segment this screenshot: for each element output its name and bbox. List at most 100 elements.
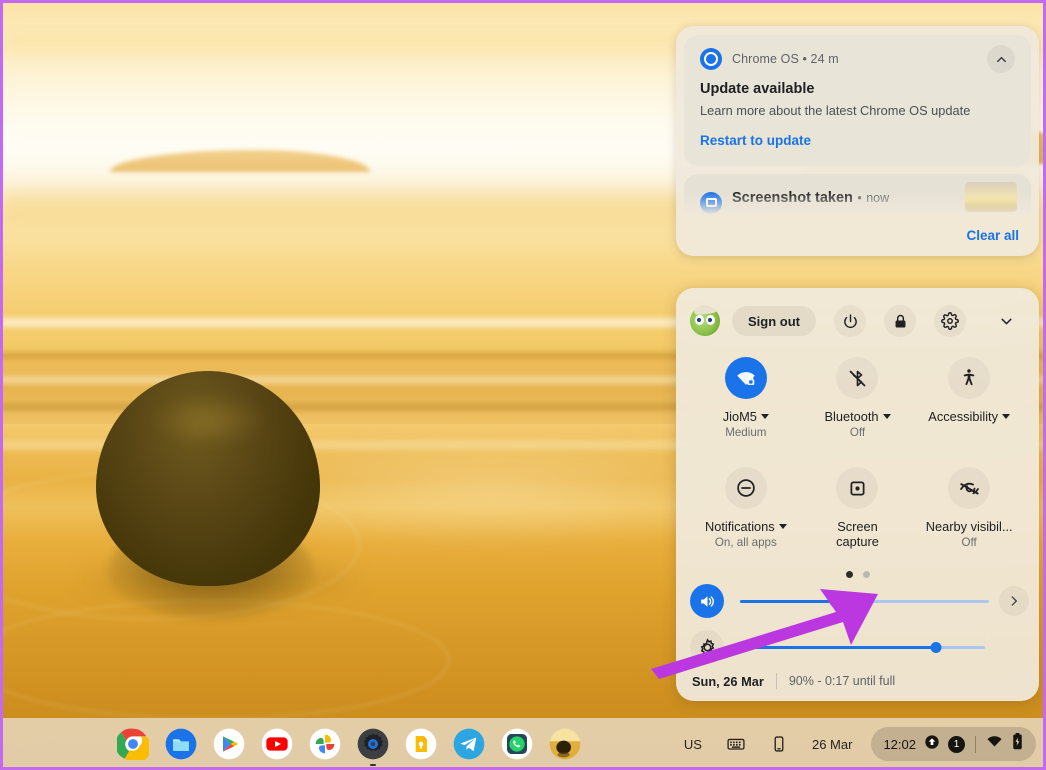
tile-nearby-visibility[interactable]: Nearby visibil... Off bbox=[913, 467, 1025, 565]
tile-label: Notifications bbox=[705, 519, 787, 534]
avatar[interactable] bbox=[690, 306, 720, 336]
shelf-app-chrome[interactable] bbox=[116, 727, 150, 761]
notification-thumbnail bbox=[965, 182, 1017, 212]
app-running-indicator bbox=[370, 763, 376, 766]
shelf-app-keep[interactable] bbox=[404, 727, 438, 761]
tile-name-line2: capture bbox=[836, 534, 879, 549]
notification-title: Screenshot taken bbox=[732, 189, 853, 206]
quick-settings-panel: Sign out JioM5 Medium Bluetooth Off Acce… bbox=[676, 288, 1039, 701]
brightness-slider-row bbox=[676, 624, 1039, 670]
shelf-app-list bbox=[116, 727, 582, 766]
divider bbox=[775, 673, 777, 689]
notification-meta: Chrome OS • 24 m bbox=[732, 52, 977, 66]
tile-label: JioM5 bbox=[723, 409, 769, 424]
brightness-slider[interactable] bbox=[740, 638, 985, 656]
tile-screen-capture[interactable]: Screen capture bbox=[802, 467, 914, 565]
tile-bluetooth[interactable]: Bluetooth Off bbox=[802, 357, 914, 455]
chevron-down-icon[interactable] bbox=[778, 524, 787, 529]
brightness-icon[interactable] bbox=[690, 630, 724, 664]
notification-time: 24 m bbox=[810, 52, 839, 66]
notification-time: now bbox=[866, 190, 890, 205]
notification-footer: Clear all bbox=[676, 214, 1039, 256]
update-available-icon[interactable] bbox=[924, 734, 940, 755]
tile-label: Accessibility bbox=[928, 409, 1010, 424]
chevron-up-icon[interactable] bbox=[987, 45, 1015, 73]
keyboard-layout-button[interactable]: US bbox=[673, 728, 713, 760]
tile-label: Nearby visibil... bbox=[926, 519, 1013, 534]
tile-sublabel: Medium bbox=[725, 426, 767, 439]
chromeos-desktop: Chrome OS • 24 m Update available Learn … bbox=[0, 0, 1046, 770]
notification-title: Update available bbox=[700, 81, 815, 97]
clear-all-button[interactable]: Clear all bbox=[966, 228, 1019, 243]
quick-settings-tiles: JioM5 Medium Bluetooth Off Accessibility… bbox=[676, 337, 1039, 565]
tile-label: Bluetooth bbox=[824, 409, 891, 424]
shelf-app-wallpaper[interactable] bbox=[548, 727, 582, 761]
wifi-icon[interactable] bbox=[986, 733, 1003, 755]
shelf-app-files[interactable] bbox=[164, 727, 198, 761]
volume-settings-chevron-right-icon[interactable] bbox=[999, 586, 1029, 616]
page-dot-1[interactable] bbox=[845, 571, 853, 578]
quick-settings-topbar: Sign out bbox=[676, 288, 1039, 337]
notification-separator: • bbox=[802, 52, 807, 66]
screenshot-icon bbox=[700, 191, 722, 214]
tile-accessibility[interactable]: Accessibility bbox=[913, 357, 1025, 455]
battery-status: 90% - 0:17 until full bbox=[788, 674, 896, 688]
tile-notifications[interactable]: Notifications On, all apps bbox=[690, 467, 802, 565]
lock-icon[interactable] bbox=[884, 305, 916, 337]
notification-screenshot-meta: Screenshot taken • now bbox=[732, 189, 889, 207]
gear-icon[interactable] bbox=[934, 305, 966, 337]
shelf-app-play-store[interactable] bbox=[212, 727, 246, 761]
chevron-down-icon[interactable] bbox=[991, 306, 1021, 336]
accessibility-icon bbox=[948, 357, 991, 399]
wifi-locked-icon bbox=[724, 357, 767, 399]
system-tray: US 26 Mar 12:02 1 bbox=[673, 727, 1036, 761]
tray-status-area[interactable]: 12:02 1 bbox=[871, 727, 1036, 761]
chevron-down-icon[interactable] bbox=[760, 414, 769, 419]
date-button[interactable]: 26 Mar bbox=[801, 728, 863, 760]
chevron-down-icon[interactable] bbox=[1002, 414, 1010, 419]
restart-to-update-button[interactable]: Restart to update bbox=[700, 133, 811, 148]
shelf: US 26 Mar 12:02 1 bbox=[0, 718, 1046, 770]
tile-wifi[interactable]: JioM5 Medium bbox=[690, 357, 802, 455]
tile-sublabel: Off bbox=[961, 536, 977, 549]
current-date: Sun, 26 Mar bbox=[692, 673, 764, 689]
wallpaper-boulder-highlight bbox=[150, 392, 270, 448]
do-not-disturb-icon bbox=[724, 467, 767, 509]
bluetooth-off-icon bbox=[836, 357, 879, 399]
screen-capture-icon bbox=[836, 467, 879, 509]
tile-label: Screen capture bbox=[836, 519, 879, 549]
notification-body: Learn more about the latest Chrome OS up… bbox=[700, 103, 971, 118]
chrome-os-update-icon bbox=[700, 48, 722, 70]
tile-sublabel: On, all apps bbox=[714, 536, 777, 549]
notification-item-update[interactable]: Chrome OS • 24 m Update available Learn … bbox=[684, 35, 1031, 166]
tile-sublabel: Off bbox=[849, 426, 866, 439]
shelf-app-settings[interactable] bbox=[356, 727, 390, 766]
tile-name: Notifications bbox=[704, 519, 775, 534]
volume-slider[interactable] bbox=[740, 592, 989, 610]
tile-name: Screen bbox=[837, 519, 878, 534]
divider bbox=[975, 735, 976, 753]
page-dot-2[interactable] bbox=[862, 571, 870, 578]
sign-out-button[interactable]: Sign out bbox=[732, 306, 816, 336]
notification-center: Chrome OS • 24 m Update available Learn … bbox=[676, 26, 1039, 256]
shelf-app-google-photos[interactable] bbox=[308, 727, 342, 761]
tile-name: JioM5 bbox=[722, 409, 757, 424]
chevron-down-icon[interactable] bbox=[882, 414, 891, 419]
notification-app-name: Chrome OS bbox=[732, 52, 799, 66]
notification-count-badge[interactable]: 1 bbox=[948, 735, 965, 753]
shelf-app-whatsapp[interactable] bbox=[500, 727, 534, 761]
shelf-app-youtube[interactable] bbox=[260, 727, 294, 761]
quick-settings-page-dots bbox=[676, 571, 1039, 578]
nearby-visibility-off-icon bbox=[948, 467, 991, 509]
battery-charging-icon[interactable] bbox=[1011, 733, 1024, 755]
shelf-app-telegram[interactable] bbox=[452, 727, 486, 761]
notification-separator: • bbox=[857, 190, 862, 205]
power-icon[interactable] bbox=[834, 305, 866, 337]
notification-header: Chrome OS • 24 m bbox=[700, 45, 1015, 73]
tile-name: Accessibility bbox=[928, 409, 998, 424]
volume-slider-row bbox=[676, 578, 1039, 624]
notification-item-screenshot[interactable]: Screenshot taken • now bbox=[684, 174, 1031, 214]
phone-hub-icon[interactable] bbox=[759, 728, 799, 760]
keyboard-icon[interactable] bbox=[715, 728, 757, 760]
volume-on-icon[interactable] bbox=[690, 584, 724, 618]
